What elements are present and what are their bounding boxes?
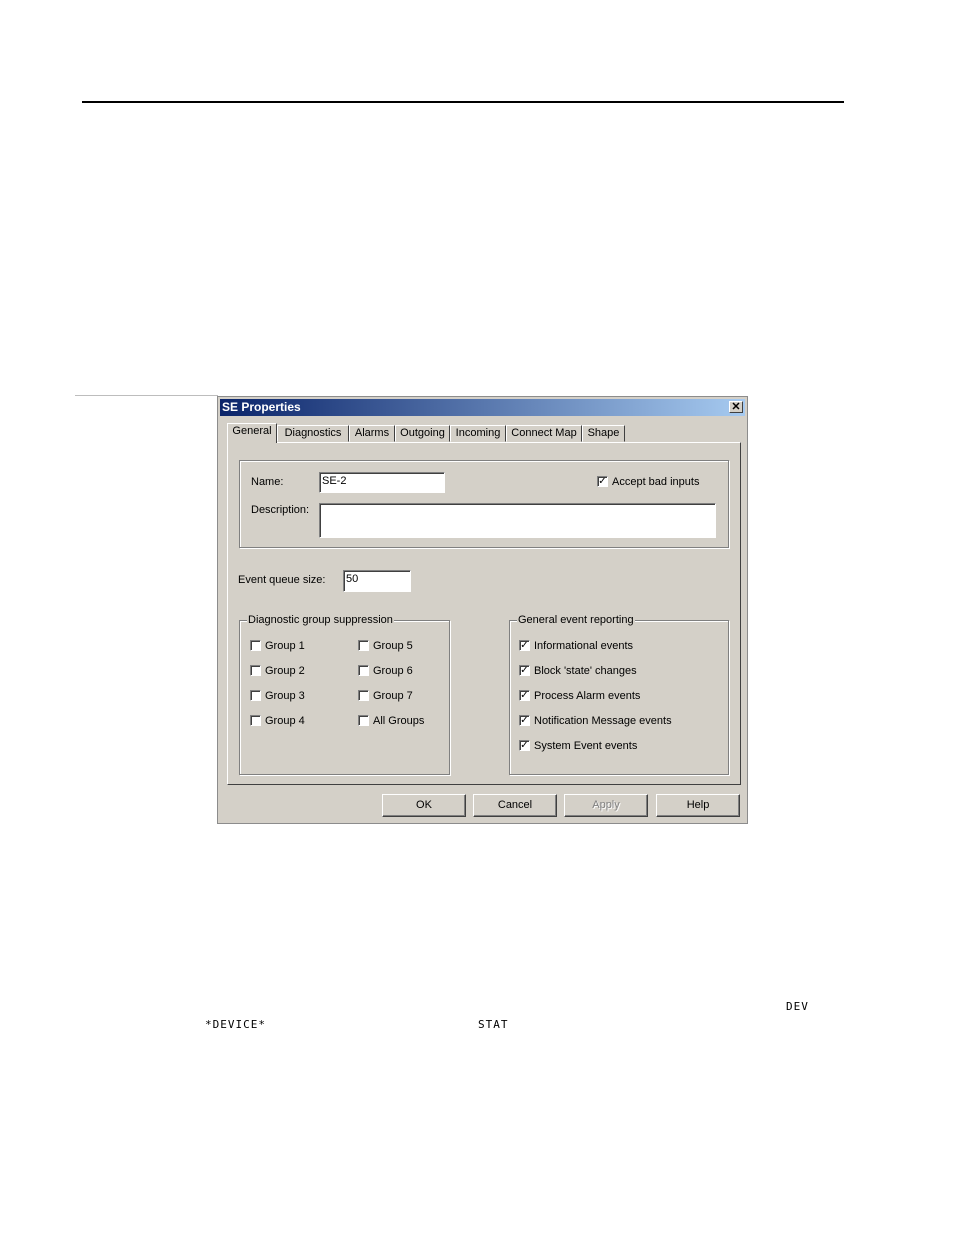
- checkbox-empty-icon: [358, 715, 369, 726]
- group-4-checkbox[interactable]: Group 4: [250, 714, 330, 728]
- general-event-reporting-title: General event reporting: [517, 613, 635, 627]
- notification-message-events-checkbox[interactable]: ✓ Notification Message events: [519, 714, 719, 728]
- description-field[interactable]: [319, 503, 716, 538]
- dialog-title: SE Properties: [222, 400, 301, 414]
- tab-alarms[interactable]: Alarms: [349, 425, 395, 442]
- name-label: Name:: [251, 476, 284, 488]
- accept-bad-inputs-label: Accept bad inputs: [612, 476, 700, 488]
- process-alarm-events-label: Process Alarm events: [534, 690, 641, 702]
- checkbox-empty-icon: [250, 640, 261, 651]
- check-icon: ✓: [519, 665, 530, 676]
- cancel-button[interactable]: Cancel: [473, 794, 557, 817]
- informational-events-checkbox[interactable]: ✓ Informational events: [519, 639, 719, 653]
- checkbox-empty-icon: [358, 690, 369, 701]
- block-state-changes-checkbox[interactable]: ✓ Block 'state' changes: [519, 664, 719, 678]
- group-2-label: Group 2: [265, 665, 305, 677]
- group-6-label: Group 6: [373, 665, 413, 677]
- page-top-rule: [82, 101, 844, 103]
- accept-bad-inputs-checkbox[interactable]: ✓ Accept bad inputs: [597, 475, 717, 489]
- group-5-checkbox[interactable]: Group 5: [358, 639, 438, 653]
- group-1-checkbox[interactable]: Group 1: [250, 639, 330, 653]
- checkbox-empty-icon: [358, 665, 369, 676]
- apply-button[interactable]: Apply: [564, 794, 648, 817]
- group-7-checkbox[interactable]: Group 7: [358, 689, 438, 703]
- title-bar[interactable]: SE Properties ✕: [220, 399, 745, 416]
- system-event-events-checkbox[interactable]: ✓ System Event events: [519, 739, 719, 753]
- tab-diagnostics[interactable]: Diagnostics: [277, 425, 349, 442]
- group-7-label: Group 7: [373, 690, 413, 702]
- group-6-checkbox[interactable]: Group 6: [358, 664, 438, 678]
- tab-connect-map[interactable]: Connect Map: [506, 425, 582, 442]
- all-groups-checkbox[interactable]: All Groups: [358, 714, 438, 728]
- event-queue-size-label: Event queue size:: [238, 574, 326, 586]
- process-alarm-events-checkbox[interactable]: ✓ Process Alarm events: [519, 689, 719, 703]
- check-icon: ✓: [597, 476, 608, 487]
- block-state-changes-label: Block 'state' changes: [534, 665, 637, 677]
- tab-shape[interactable]: Shape: [582, 425, 625, 442]
- stat-glyph: STAT: [478, 1018, 509, 1031]
- name-field[interactable]: SE-2: [319, 472, 445, 493]
- dev-glyph: DEV: [786, 1000, 809, 1013]
- general-tab-panel: Name: SE-2 ✓ Accept bad inputs Descripti…: [227, 442, 741, 785]
- diagnostic-group-suppression-group: Diagnostic group suppression Group 1 Gro…: [239, 613, 450, 775]
- description-label: Description:: [251, 504, 310, 516]
- check-icon: ✓: [519, 690, 530, 701]
- device-glyph: *DEVICE*: [205, 1018, 266, 1031]
- checkbox-empty-icon: [358, 640, 369, 651]
- name-description-group: Name: SE-2 ✓ Accept bad inputs Descripti…: [239, 460, 729, 548]
- event-queue-size-field[interactable]: 50: [343, 570, 411, 592]
- system-event-events-label: System Event events: [534, 740, 638, 752]
- checkbox-empty-icon: [250, 665, 261, 676]
- help-button[interactable]: Help: [656, 794, 740, 817]
- group-3-checkbox[interactable]: Group 3: [250, 689, 330, 703]
- group-3-label: Group 3: [265, 690, 305, 702]
- close-icon[interactable]: ✕: [729, 401, 743, 413]
- group-5-label: Group 5: [373, 640, 413, 652]
- check-icon: ✓: [519, 640, 530, 651]
- tab-general[interactable]: General: [227, 423, 277, 443]
- tab-incoming[interactable]: Incoming: [450, 425, 506, 442]
- group-1-label: Group 1: [265, 640, 305, 652]
- ok-button[interactable]: OK: [382, 794, 466, 817]
- informational-events-label: Informational events: [534, 640, 634, 652]
- checkbox-empty-icon: [250, 715, 261, 726]
- notification-message-events-label: Notification Message events: [534, 715, 672, 727]
- page-side-rule: [75, 395, 218, 396]
- diagnostic-group-suppression-title: Diagnostic group suppression: [247, 613, 394, 627]
- se-properties-dialog: SE Properties ✕ General Diagnostics Alar…: [217, 396, 748, 824]
- checkbox-empty-icon: [250, 690, 261, 701]
- all-groups-label: All Groups: [373, 715, 425, 727]
- check-icon: ✓: [519, 715, 530, 726]
- tab-outgoing[interactable]: Outgoing: [395, 425, 450, 442]
- check-icon: ✓: [519, 740, 530, 751]
- general-event-reporting-group: General event reporting ✓ Informational e…: [509, 613, 729, 775]
- group-4-label: Group 4: [265, 715, 305, 727]
- group-2-checkbox[interactable]: Group 2: [250, 664, 330, 678]
